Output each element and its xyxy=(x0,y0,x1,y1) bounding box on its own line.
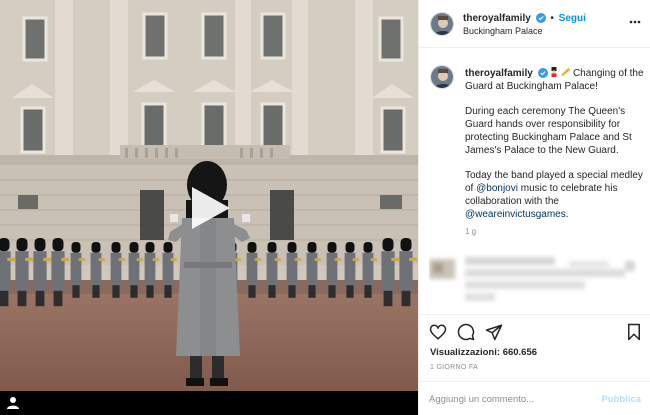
guardsman-emoji-icon xyxy=(551,67,557,77)
post-header: theroyalfamily • Segui Buckingham Palace xyxy=(419,0,650,48)
user-tag-icon[interactable] xyxy=(6,396,20,410)
more-options-icon[interactable] xyxy=(629,19,641,25)
publish-button[interactable]: Pubblica xyxy=(601,394,641,405)
avatar-image xyxy=(431,13,453,35)
follow-button[interactable]: Segui xyxy=(559,13,586,24)
header-username[interactable]: theroyalfamily xyxy=(463,13,531,24)
location-link[interactable]: Buckingham Palace xyxy=(463,26,543,36)
views-value: 660.656 xyxy=(502,347,538,358)
verified-badge-icon xyxy=(535,13,546,23)
comment-input[interactable] xyxy=(429,391,599,407)
caption-text: theroyalfamily Changing of the Guard at … xyxy=(465,67,645,234)
video-controls-bar xyxy=(0,391,418,415)
avatar[interactable] xyxy=(430,12,454,36)
heart-icon[interactable] xyxy=(429,323,447,341)
comment-icon[interactable] xyxy=(457,323,475,341)
post-side-panel: theroyalfamily • Segui Buckingham Palace xyxy=(418,0,650,415)
caption-paragraph-1: During each ceremony The Queen's Guard h… xyxy=(465,106,632,156)
caption-timestamp: 1 g xyxy=(465,227,477,236)
separator-dot: • xyxy=(550,13,554,24)
caption-username[interactable]: theroyalfamily xyxy=(465,68,533,79)
caption-paragraph-2-end: . xyxy=(565,208,569,220)
caption-section: theroyalfamily Changing of the Guard at … xyxy=(419,49,650,314)
views-count: Visualizzazioni: 660.656 xyxy=(430,347,537,358)
caption-avatar[interactable] xyxy=(430,65,454,89)
views-label: Visualizzazioni: xyxy=(430,347,501,358)
blurred-comment xyxy=(429,257,635,301)
bookmark-icon[interactable] xyxy=(625,323,643,341)
post-time-ago[interactable]: 1 GIORNO FA xyxy=(430,364,478,371)
add-comment-section: Pubblica xyxy=(419,381,650,415)
verified-badge-icon xyxy=(537,68,548,78)
share-icon[interactable] xyxy=(485,323,503,341)
post-video[interactable] xyxy=(0,0,418,415)
caption-avatar-image xyxy=(431,66,453,88)
mention-bonjovi[interactable]: @bonjovi xyxy=(476,183,518,194)
mention-weareinvictusgames[interactable]: @weareinvictusgames xyxy=(465,209,566,220)
play-icon[interactable] xyxy=(186,185,232,231)
trumpet-emoji-icon xyxy=(561,68,571,76)
